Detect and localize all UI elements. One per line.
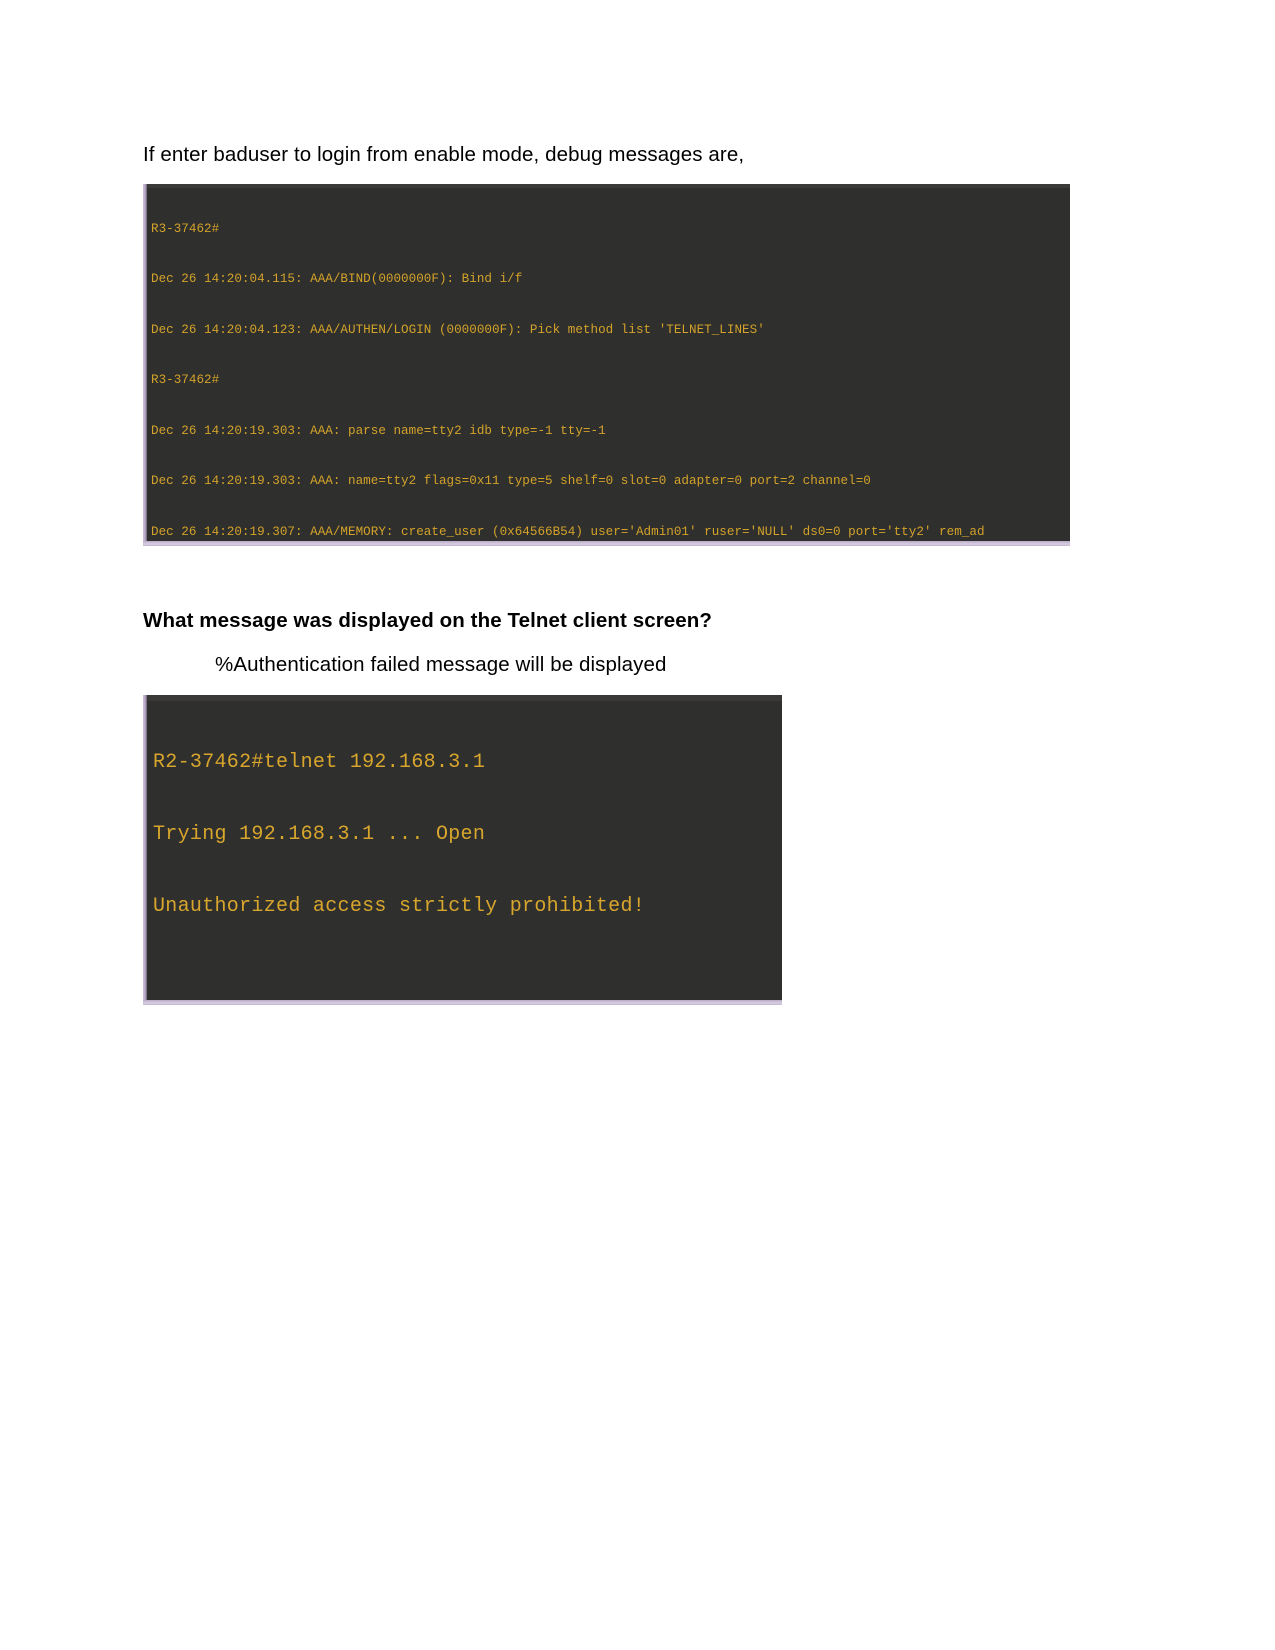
telnet-terminal-output: R2-37462#telnet 192.168.3.1 Trying 192.1… (153, 703, 782, 1005)
terminal-left-border (143, 695, 147, 1005)
terminal-line: Trying 192.168.3.1 ... Open (153, 823, 486, 846)
terminal-left-border (143, 184, 147, 546)
terminal-line: R3-37462# (151, 373, 220, 388)
terminal-line: R3-37462# (151, 221, 220, 236)
telnet-terminal-screenshot: R2-37462#telnet 192.168.3.1 Trying 192.1… (143, 695, 782, 1005)
debug-terminal-screenshot: R3-37462# Dec 26 14:20:04.115: AAA/BIND(… (143, 184, 1070, 546)
terminal-line: Dec 26 14:20:04.115: AAA/BIND(0000000F):… (151, 272, 523, 287)
debug-terminal-output: R3-37462# Dec 26 14:20:04.115: AAA/BIND(… (151, 187, 1070, 546)
terminal-line: Dec 26 14:20:19.303: AAA: name=tty2 flag… (151, 474, 871, 489)
document-page: If enter baduser to login from enable mo… (0, 0, 1275, 1650)
intro-paragraph: If enter baduser to login from enable mo… (143, 143, 745, 166)
terminal-line: Dec 26 14:20:19.303: AAA: parse name=tty… (151, 423, 606, 438)
terminal-line: Dec 26 14:20:19.307: AAA/MEMORY: create_… (151, 524, 985, 539)
terminal-bottom-border (143, 541, 1070, 546)
answer-paragraph: %Authentication failed message will be d… (215, 653, 667, 676)
terminal-line: Dec 26 14:20:04.123: AAA/AUTHEN/LOGIN (0… (151, 322, 765, 337)
terminal-bottom-border (143, 1000, 782, 1005)
terminal-line: R2-37462#telnet 192.168.3.1 (153, 751, 486, 774)
question-heading: What message was displayed on the Telnet… (143, 609, 713, 632)
terminal-top-edge (143, 695, 782, 701)
terminal-line: Unauthorized access strictly prohibited! (153, 895, 646, 918)
